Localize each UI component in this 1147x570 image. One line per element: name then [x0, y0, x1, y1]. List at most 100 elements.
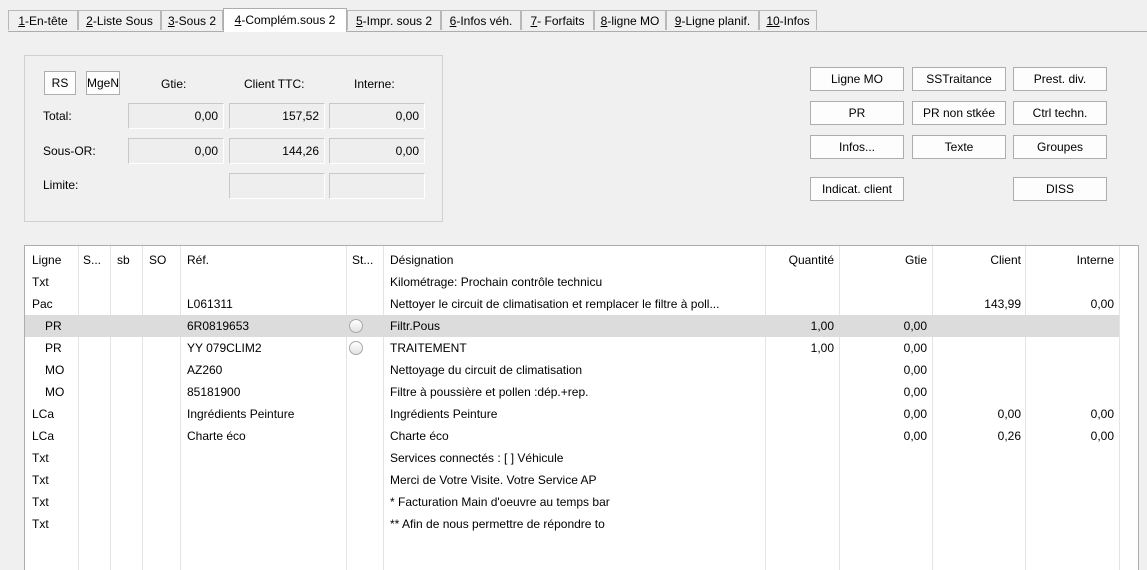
cell-ligne: Pac: [32, 297, 53, 311]
cell-client: [934, 513, 1021, 535]
tab-label: -En-tête: [25, 14, 68, 28]
header-interne[interactable]: Interne: [1027, 249, 1114, 271]
cell-ref: [187, 513, 342, 535]
pr-button[interactable]: PR: [810, 101, 904, 125]
sstraitance-button[interactable]: SSTraitance: [912, 67, 1006, 91]
cell-ligne: LCa: [32, 407, 55, 421]
table-row[interactable]: PR YY 079CLIM2 TRAITEMENT 1,00 0,00: [25, 337, 1119, 359]
cell-interne: [1027, 359, 1114, 381]
cell-ref: L061311: [187, 297, 233, 311]
cell-quantite: [767, 271, 834, 293]
limite-interne-field: [329, 173, 425, 199]
pr-non-stkee-button[interactable]: PR non stkée: [912, 101, 1006, 125]
tab-impr-sous-2[interactable]: 5-Impr. sous 2: [347, 10, 441, 30]
header-ligne[interactable]: Ligne: [32, 249, 76, 271]
header-designation[interactable]: Désignation: [390, 249, 760, 271]
header-client[interactable]: Client: [934, 249, 1021, 271]
cell-gtie: 0,00: [903, 363, 927, 377]
interne-header: Interne:: [354, 77, 395, 91]
cell-quantite: [767, 381, 834, 403]
cell-interne: [1027, 491, 1114, 513]
indicat-client-button[interactable]: Indicat. client: [810, 177, 904, 201]
table-row[interactable]: LCa Ingrédients Peinture Ingrédients Peint…: [25, 403, 1119, 425]
tab-key: 10: [766, 14, 780, 28]
header-sb[interactable]: sb: [117, 249, 141, 271]
ligne-mo-button[interactable]: Ligne MO: [810, 67, 904, 91]
rs-button[interactable]: RS: [44, 71, 76, 95]
cell-ref: Charte éco: [187, 429, 246, 443]
cell-ligne: Txt: [32, 495, 49, 509]
cell-quantite: [767, 469, 834, 491]
tab-complem-sous-2[interactable]: 4-Complém.sous 2: [223, 8, 347, 32]
cell-ref: Ingrédients Peinture: [187, 407, 295, 421]
gtie-header: Gtie:: [161, 77, 187, 91]
cell-ligne: MO: [45, 363, 65, 377]
cell-client: [934, 359, 1021, 381]
cell-ref: YY 079CLIM2: [187, 341, 262, 355]
cell-client: 0,00: [997, 407, 1021, 421]
table-row[interactable]: Txt Merci de Votre Visite. Votre Service …: [25, 469, 1119, 491]
table-row[interactable]: LCa Charte éco Charte éco 0,00 0,26 0,00: [25, 425, 1119, 447]
header-quantite[interactable]: Quantité: [767, 249, 834, 271]
header-st[interactable]: St...: [352, 249, 382, 271]
cell-ligne: Txt: [32, 275, 49, 289]
cell-gtie: [841, 469, 927, 491]
tab-infos-veh[interactable]: 6-Infos véh.: [441, 10, 521, 30]
table-row[interactable]: Txt Kilométrage: Prochain contrôle techni…: [25, 271, 1119, 293]
grid-header-row: Ligne S... sb SO Réf. St... Désignation …: [25, 249, 1119, 271]
texte-button[interactable]: Texte: [912, 135, 1006, 159]
table-row[interactable]: Txt Services connectés : [ ] Véhicule: [25, 447, 1119, 469]
cell-designation: Filtre à poussière et pollen :dép.+rep.: [390, 385, 589, 399]
lines-grid: Ligne S... sb SO Réf. St... Désignation …: [24, 245, 1139, 570]
tab-ligne-planif[interactable]: 9-Ligne planif.: [666, 10, 759, 30]
cell-ref: [187, 271, 342, 293]
prest-div-button[interactable]: Prest. div.: [1013, 67, 1107, 91]
table-row[interactable]: MO AZ260 Nettoyage du circuit de climatisa…: [25, 359, 1119, 381]
tab-infos[interactable]: 10-Infos: [759, 10, 817, 30]
tab-key: 2: [86, 14, 93, 28]
total-gtie-field: 0,00: [128, 103, 224, 129]
cell-gtie: 0,00: [903, 319, 927, 333]
cell-designation: Ingrédients Peinture: [390, 407, 498, 421]
status-radio-icon[interactable]: [349, 341, 363, 355]
header-ref[interactable]: Réf.: [187, 249, 337, 271]
cell-quantite: [767, 491, 834, 513]
cell-quantite: [767, 447, 834, 469]
mgen-button[interactable]: MgeN: [86, 71, 120, 95]
cell-quantite: [767, 359, 834, 381]
table-row[interactable]: PR 6R0819653 Filtr.Pous 1,00 0,00: [25, 315, 1119, 337]
total-interne-field: 0,00: [329, 103, 425, 129]
table-row[interactable]: Pac L061311 Nettoyer le circuit de climati…: [25, 293, 1119, 315]
tab-forfaits[interactable]: 7- Forfaits: [521, 10, 594, 30]
header-s[interactable]: S...: [83, 249, 109, 271]
cell-designation: Merci de Votre Visite. Votre Service AP: [390, 473, 597, 487]
tab-ligne-mo[interactable]: 8-ligne MO: [594, 10, 666, 30]
cell-interne: [1027, 469, 1114, 491]
cell-ligne: Txt: [32, 473, 49, 487]
header-so[interactable]: SO: [149, 249, 179, 271]
ctrl-techn-button[interactable]: Ctrl techn.: [1013, 101, 1107, 125]
diss-button[interactable]: DISS: [1013, 177, 1107, 201]
cell-ref: [187, 491, 342, 513]
tab-liste-sous[interactable]: 2-Liste Sous: [78, 10, 161, 30]
groupes-button[interactable]: Groupes: [1013, 135, 1107, 159]
header-gtie[interactable]: Gtie: [841, 249, 927, 271]
cell-client: [934, 337, 1021, 359]
cell-gtie: 0,00: [903, 407, 927, 421]
infos-button[interactable]: Infos...: [810, 135, 904, 159]
cell-ref: 6R0819653: [187, 319, 250, 333]
tab-en-tete[interactable]: 1-En-tête: [8, 10, 78, 30]
cell-gtie: [841, 293, 927, 315]
table-row[interactable]: Txt ** Afin de nous permettre de répondre…: [25, 513, 1119, 535]
table-row[interactable]: Txt * Facturation Main d'oeuvre au temps …: [25, 491, 1119, 513]
cell-designation: ** Afin de nous permettre de répondre to: [390, 517, 605, 531]
table-row[interactable]: MO 85181900 Filtre à poussière et pollen :…: [25, 381, 1119, 403]
tab-sous-2[interactable]: 3-Sous 2: [161, 10, 223, 30]
tab-label: -Liste Sous: [92, 14, 153, 28]
sous-or-interne-field: 0,00: [329, 138, 425, 164]
totals-panel: RS MgeN Gtie: Client TTC: Interne: Total…: [24, 55, 443, 222]
cell-gtie: [841, 491, 927, 513]
cell-ref: [187, 447, 342, 469]
cell-ref: [187, 469, 342, 491]
status-radio-icon[interactable]: [349, 319, 363, 333]
